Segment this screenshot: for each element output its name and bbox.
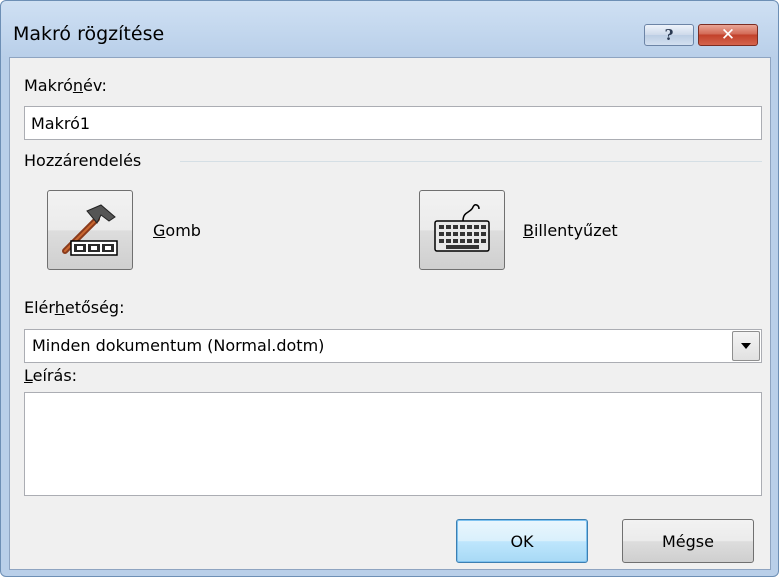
- description-textarea[interactable]: [24, 392, 762, 496]
- ok-button[interactable]: OK: [456, 519, 588, 563]
- hammer-toolbar-icon: [62, 204, 118, 256]
- availability-dropdown[interactable]: Minden dokumentum (Normal.dotm): [24, 329, 762, 363]
- triangle-down-icon: [741, 343, 751, 349]
- macro-name-input[interactable]: [24, 106, 762, 140]
- availability-label-part: Elér: [24, 298, 55, 317]
- button-option-label[interactable]: Gomb: [153, 221, 201, 240]
- assign-to-button-button[interactable]: [47, 190, 133, 270]
- window-title: Makró rögzítése: [13, 23, 165, 45]
- cancel-button[interactable]: Mégse: [622, 519, 754, 563]
- macro-name-label-part: év:: [83, 76, 107, 95]
- group-divider: [180, 161, 762, 162]
- help-button[interactable]: ?: [644, 24, 694, 46]
- description-label: Leírás:: [24, 366, 77, 385]
- keyboard-icon: [434, 204, 490, 252]
- keyboard-option-accesskey: B: [523, 221, 534, 240]
- macro-name-label-part: Makró: [24, 76, 73, 95]
- keyboard-option-label-part: illentyűzet: [533, 221, 618, 240]
- availability-label: Elérhetőség:: [24, 298, 124, 317]
- availability-label-accesskey: h: [54, 298, 65, 317]
- record-macro-dialog: Makró rögzítése ? ✕ Makrónév: Hozzárende…: [0, 0, 779, 577]
- availability-selected-value: Minden dokumentum (Normal.dotm): [32, 336, 325, 355]
- button-option-accesskey: G: [153, 221, 166, 240]
- button-option-label-part: omb: [165, 221, 201, 240]
- availability-label-part: etőség:: [64, 298, 125, 317]
- title-bar[interactable]: Makró rögzítése ? ✕: [1, 1, 778, 57]
- dialog-body: Makrónév: Hozzárendelés Gomb: [9, 57, 771, 570]
- close-icon: ✕: [720, 25, 736, 45]
- macro-name-label: Makrónév:: [24, 76, 107, 95]
- dropdown-arrow-button[interactable]: [732, 331, 760, 361]
- help-icon: ?: [664, 26, 674, 44]
- close-button[interactable]: ✕: [698, 24, 758, 46]
- keyboard-option-label[interactable]: Billentyűzet: [523, 221, 618, 240]
- macro-name-label-accesskey: n: [72, 76, 84, 95]
- assignment-group-label: Hozzárendelés: [24, 151, 142, 170]
- assign-to-keyboard-button[interactable]: [419, 190, 505, 270]
- description-label-accesskey: L: [24, 366, 33, 385]
- description-label-part: eírás:: [32, 366, 78, 385]
